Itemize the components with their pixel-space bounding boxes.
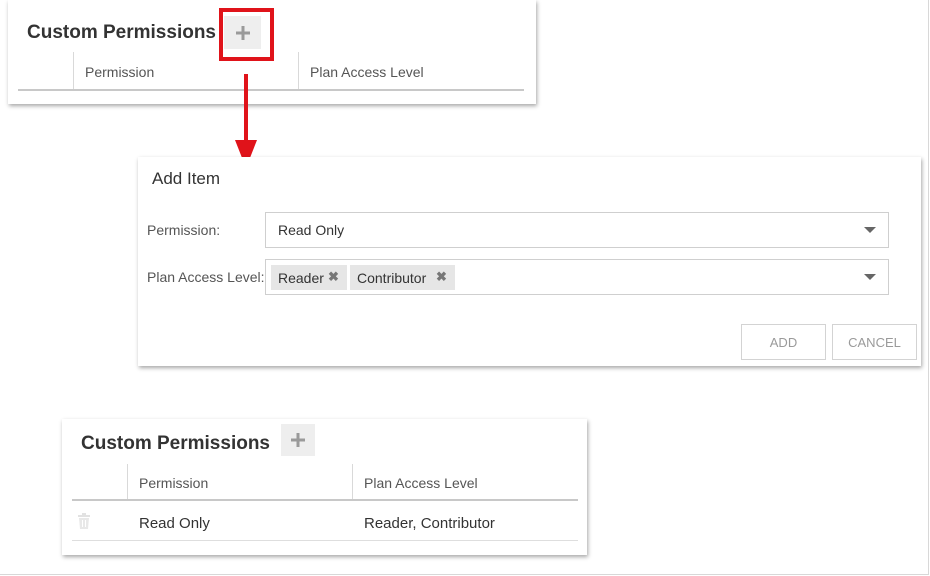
panel-title: Custom Permissions (81, 433, 270, 454)
trash-icon[interactable] (77, 513, 91, 529)
panel-title: Custom Permissions (27, 22, 216, 43)
cell-plan-access-level: Reader, Contributor (364, 515, 495, 532)
permission-select[interactable]: Read Only (265, 212, 889, 248)
chevron-down-icon[interactable] (864, 227, 876, 233)
table-row: Read Only Reader, Contributor (72, 501, 578, 541)
plan-access-level-label: Plan Access Level: (147, 269, 265, 285)
column-divider (352, 464, 353, 500)
dialog-title: Add Item (152, 169, 221, 188)
permission-label: Permission: (147, 222, 221, 238)
chip-reader: Reader ✖ (271, 265, 347, 290)
plan-access-level-select[interactable]: Reader ✖ Contributor ✖ (265, 259, 889, 295)
chip-contributor: Contributor ✖ (350, 265, 455, 290)
chip-label: Contributor (357, 270, 427, 286)
permission-value: Read Only (278, 222, 345, 238)
column-header-permission[interactable]: Permission (139, 475, 208, 491)
column-header-plan-access-level[interactable]: Plan Access Level (364, 475, 478, 491)
column-header-plan-access-level[interactable]: Plan Access Level (310, 64, 424, 80)
header-underline (18, 89, 524, 91)
cell-permission: Read Only (139, 515, 210, 532)
chip-label: Reader (278, 270, 324, 286)
custom-permissions-panel-filled: Custom Permissions Permission Plan Acces… (62, 419, 587, 555)
add-button[interactable]: ADD (741, 324, 826, 360)
column-header-permission[interactable]: Permission (85, 64, 154, 80)
add-permission-button[interactable] (281, 424, 315, 456)
remove-chip-icon[interactable]: ✖ (436, 269, 447, 285)
row-divider (72, 540, 578, 541)
highlight-box (219, 8, 274, 61)
add-item-dialog: Add Item Permission: Read Only Plan Acce… (138, 157, 921, 366)
remove-chip-icon[interactable]: ✖ (328, 269, 339, 285)
column-divider (298, 52, 299, 90)
chevron-down-icon[interactable] (864, 274, 876, 280)
plus-icon (291, 433, 305, 447)
column-divider (127, 464, 128, 500)
cancel-button[interactable]: CANCEL (832, 324, 917, 360)
column-divider (73, 52, 74, 90)
arrow-annotation (235, 74, 257, 168)
